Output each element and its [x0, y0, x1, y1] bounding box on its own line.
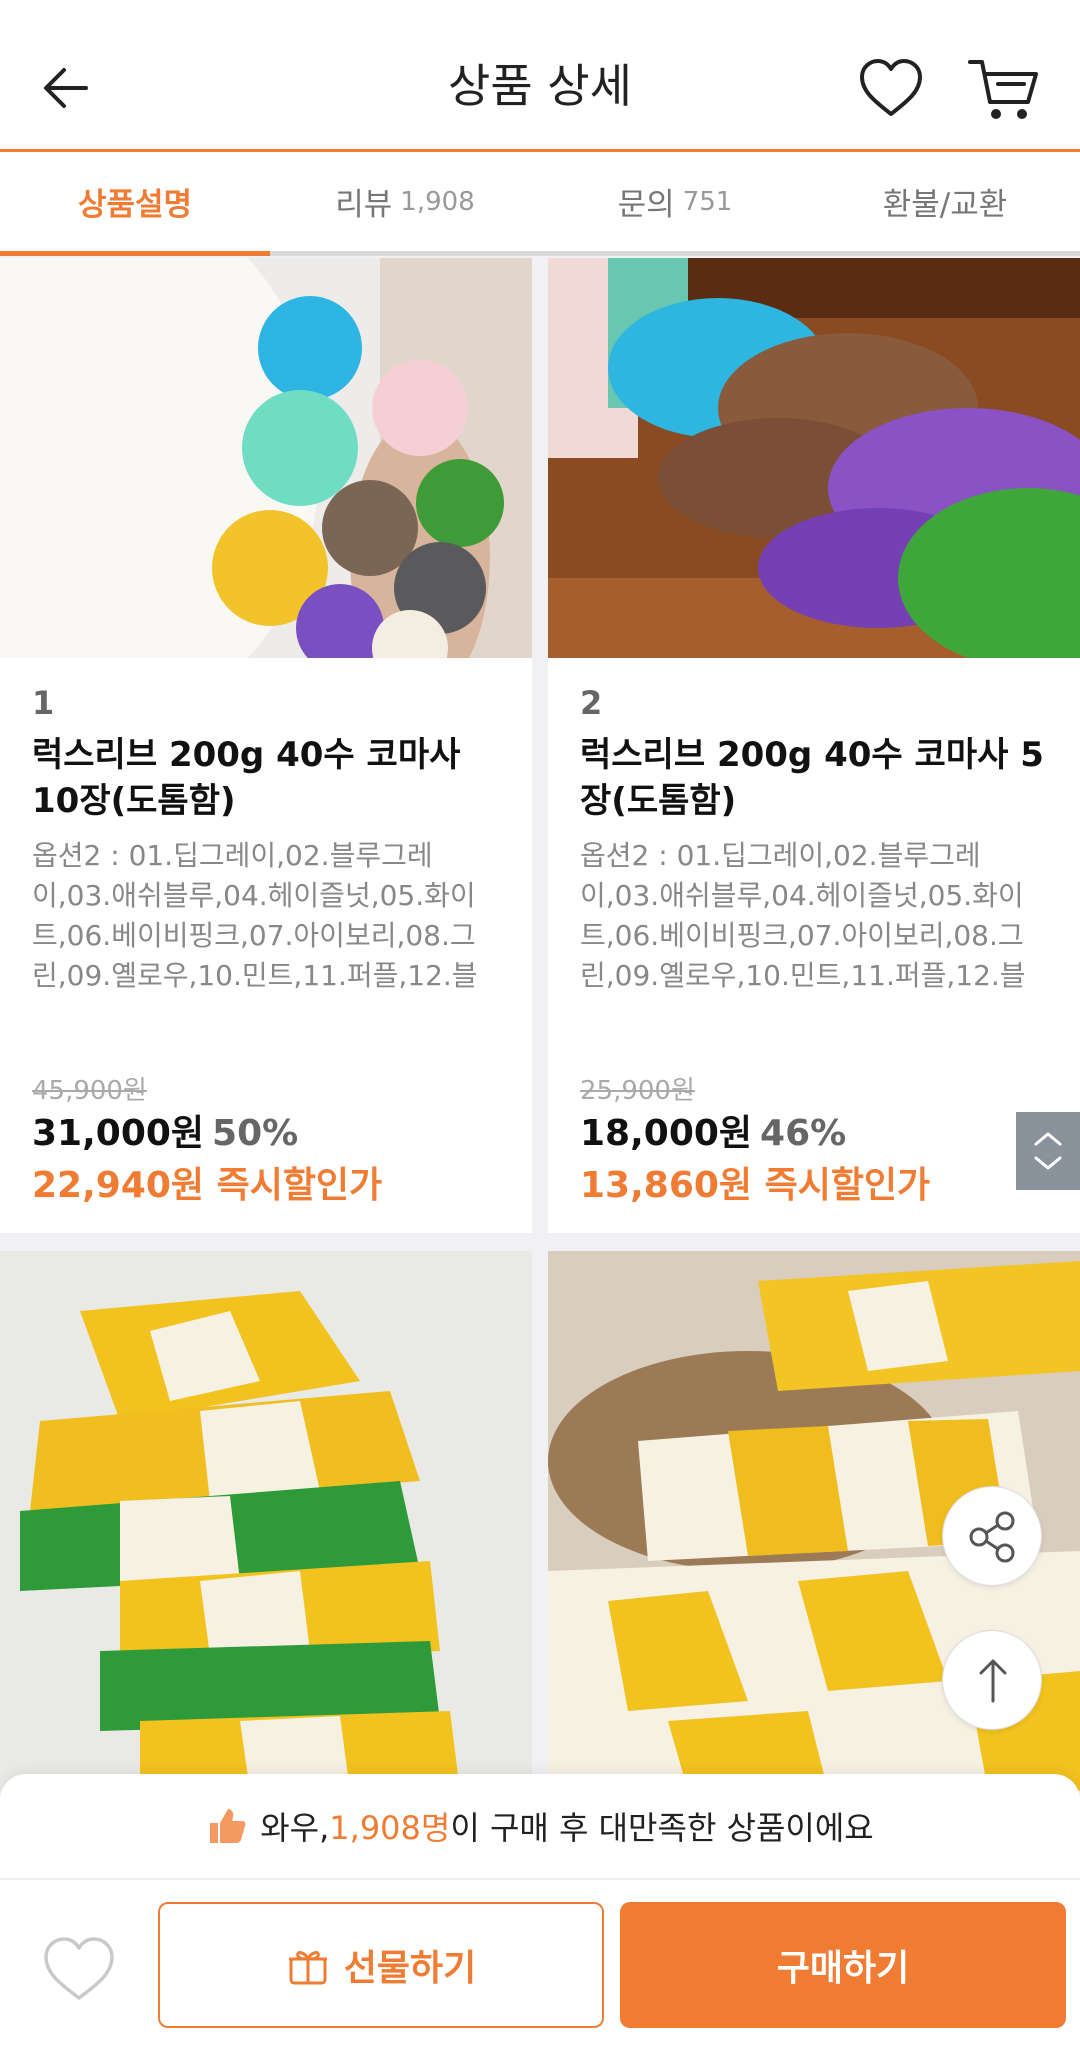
arrow-up-icon	[979, 1659, 1007, 1703]
instant-discount-price: 22,940원 즉시할인가	[32, 1165, 383, 1206]
product-card[interactable]	[0, 1251, 532, 1791]
tab-label: 환불/교환	[882, 187, 1008, 223]
product-image	[0, 1251, 532, 1791]
price-row: 18,000원 46%	[580, 1104, 846, 1156]
gift-icon	[288, 1951, 327, 1985]
original-price: 25,900원	[580, 1076, 695, 1106]
product-tabs: 상품설명 리뷰 1,908 문의 751 환불/교환	[0, 152, 1080, 256]
banner-text-suffix: 이 구매 후 대만족한 상품이에요	[450, 1809, 874, 1847]
chevron-up-icon	[1034, 1132, 1062, 1146]
price: 18,000원	[580, 1113, 753, 1154]
discount-rate: 50%	[212, 1113, 299, 1154]
cart-icon[interactable]	[966, 52, 1042, 124]
product-index: 1	[32, 684, 55, 722]
product-options: 옵션2 : 01.딥그레이,02.블루그레이,03.애쉬블루,04.헤이즐넛,0…	[580, 839, 1026, 992]
gift-button-label: 선물하기	[343, 1948, 477, 1989]
tab-count: 1,908	[400, 186, 475, 217]
tab-reviews[interactable]: 리뷰 1,908	[270, 152, 540, 251]
tab-description[interactable]: 상품설명	[0, 152, 270, 256]
scroll-to-top-button[interactable]	[942, 1630, 1042, 1730]
tab-label: 상품설명	[77, 187, 193, 223]
gift-button[interactable]: 선물하기	[158, 1902, 604, 2028]
product-name: 럭스리브 200g 40수 코마사 5장(도톰함)	[580, 735, 1044, 821]
heart-icon[interactable]	[856, 56, 926, 120]
product-card[interactable]: 2 럭스리브 200g 40수 코마사 5장(도톰함) 옵션2 : 01.딥그레…	[548, 258, 1080, 1233]
discount-rate: 46%	[760, 1113, 847, 1154]
buy-button-label: 구매하기	[776, 1948, 910, 1989]
banner-highlight: 1,908명	[329, 1809, 451, 1847]
tab-label: 리뷰	[335, 187, 393, 223]
share-button[interactable]	[942, 1486, 1042, 1586]
original-price: 45,900원	[32, 1076, 147, 1106]
tab-count: 751	[682, 186, 733, 217]
share-icon	[969, 1511, 1015, 1563]
tab-inquiries[interactable]: 문의 751	[540, 152, 810, 251]
product-options: 옵션2 : 01.딥그레이,02.블루그레이,03.애쉬블루,04.헤이즐넛,0…	[32, 839, 478, 992]
product-image	[548, 258, 1080, 658]
product-image	[0, 258, 532, 658]
price-row: 31,000원 50%	[32, 1104, 298, 1156]
price: 31,000원	[32, 1113, 205, 1154]
thumbs-up-icon	[210, 1809, 246, 1843]
satisfaction-banner: 와우, 1,908명 이 구매 후 대만족한 상품이에요	[0, 1774, 1080, 1880]
tab-label: 문의	[617, 187, 675, 223]
purchase-bar: 와우, 1,908명 이 구매 후 대만족한 상품이에요 선물하기 구매하기	[0, 1774, 1080, 2048]
scroll-control[interactable]	[1016, 1112, 1080, 1190]
back-arrow-icon[interactable]	[38, 56, 102, 120]
buy-button[interactable]: 구매하기	[620, 1902, 1066, 2028]
banner-text-prefix: 와우,	[260, 1809, 330, 1847]
top-app-bar: 상품 상세	[0, 0, 1080, 152]
product-info: 2 럭스리브 200g 40수 코마사 5장(도톰함) 옵션2 : 01.딥그레…	[548, 658, 1080, 996]
instant-discount-price: 13,860원 즉시할인가	[580, 1165, 931, 1206]
tab-refund-exchange[interactable]: 환불/교환	[810, 152, 1080, 251]
chevron-down-icon	[1034, 1156, 1062, 1170]
product-info: 1 럭스리브 200g 40수 코마사 10장(도톰함) 옵션2 : 01.딥그…	[0, 658, 532, 996]
product-index: 2	[580, 684, 603, 722]
product-card[interactable]: 1 럭스리브 200g 40수 코마사 10장(도톰함) 옵션2 : 01.딥그…	[0, 258, 532, 1233]
wishlist-heart-icon[interactable]	[40, 1934, 118, 2004]
product-name: 럭스리브 200g 40수 코마사 10장(도톰함)	[32, 735, 461, 821]
